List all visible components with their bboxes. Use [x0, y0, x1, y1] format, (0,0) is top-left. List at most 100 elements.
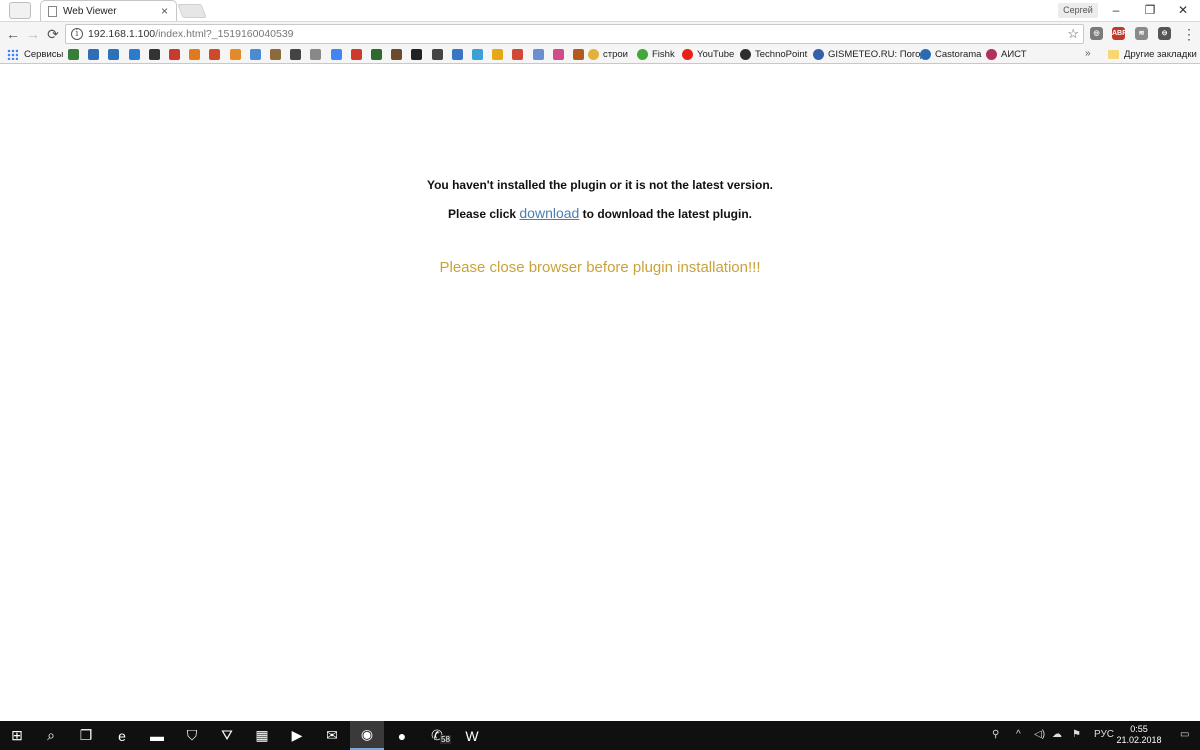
- bookmark-favicon-icon[interactable]: [391, 49, 403, 60]
- adblock-shield-icon[interactable]: ◎: [1090, 27, 1103, 40]
- close-browser-notice: Please close browser before plugin insta…: [439, 259, 761, 276]
- bookmarks-bar: Сервисы строи Fishk YouTube TechnoPoint GISM…: [0, 45, 1200, 64]
- mail-icon[interactable]: ✉: [315, 721, 349, 750]
- vpn-icon[interactable]: ⊖: [1158, 27, 1171, 40]
- notifications-icon[interactable]: ▭: [1180, 729, 1189, 740]
- reload-button[interactable]: ⟳: [44, 25, 62, 43]
- tab-overview-button[interactable]: [9, 2, 31, 19]
- bookmark-favicon-icon[interactable]: [128, 49, 140, 60]
- apps-grid-icon[interactable]: [7, 49, 18, 60]
- bookmark-item[interactable]: TechnoPoint: [740, 48, 807, 61]
- search-button[interactable]: ⌕: [34, 721, 68, 750]
- word-icon-glyph: W: [465, 727, 479, 744]
- network-icon[interactable]: ⚑: [1072, 729, 1081, 740]
- bookmark-favicon-icon[interactable]: [431, 49, 443, 60]
- bookmark-favicon-icon[interactable]: [270, 49, 281, 60]
- page-icon: [48, 6, 57, 17]
- tray-expand-icon[interactable]: ^: [1016, 729, 1021, 740]
- bookmark-favicon-icon[interactable]: [552, 49, 564, 60]
- abp-icon[interactable]: ABP: [1112, 27, 1127, 40]
- bookmark-favicon-icon[interactable]: [310, 49, 322, 60]
- app-icon[interactable]: ⛛: [210, 721, 244, 750]
- bookmark-favicon-icon[interactable]: [451, 49, 463, 60]
- menu-icon[interactable]: ⋮: [1180, 25, 1198, 43]
- bookmark-item[interactable]: YouTube: [682, 48, 734, 61]
- tab-title: Web Viewer: [63, 6, 117, 17]
- firefox-icon[interactable]: ●: [385, 721, 419, 750]
- bookmark-favicon-icon[interactable]: [88, 49, 100, 60]
- bookmark-item[interactable]: АИСТ: [986, 48, 1027, 61]
- bookmark-favicon-icon[interactable]: [229, 49, 241, 60]
- bookmark-star-icon[interactable]: ☆: [1067, 26, 1079, 42]
- task-view-glyph: ❐: [79, 727, 93, 743]
- download-instruction: Please click download to download the la…: [448, 205, 752, 221]
- bookmark-item[interactable]: Fishk: [637, 48, 675, 61]
- bookmark-favicon-icon[interactable]: [492, 49, 504, 60]
- bookmark-label: строи: [603, 49, 628, 60]
- bookmark-favicon-icon[interactable]: [371, 49, 382, 60]
- tab-web-viewer[interactable]: Web Viewer ×: [40, 0, 177, 22]
- bookmark-label: Fishk: [652, 49, 675, 60]
- bookmark-favicon-icon: [813, 49, 824, 60]
- back-button[interactable]: ←: [4, 25, 22, 43]
- firefox-icon-glyph: ●: [397, 727, 407, 744]
- clock[interactable]: 0:55 21.02.2018: [1114, 724, 1164, 746]
- bookmark-favicon-icon[interactable]: [472, 49, 483, 60]
- new-tab-button[interactable]: [177, 4, 207, 18]
- store-icon[interactable]: ⛉: [175, 721, 209, 750]
- forward-button[interactable]: →: [24, 25, 42, 43]
- url-text[interactable]: 192.168.1.100/index.html?_1519160040539: [88, 28, 294, 40]
- file-explorer-icon[interactable]: ▬: [140, 721, 174, 750]
- bookmark-favicon-icon[interactable]: [249, 49, 261, 60]
- calculator-icon-glyph: ▦: [255, 727, 269, 743]
- bookmark-favicon-icon[interactable]: [169, 49, 180, 60]
- bookmark-item[interactable]: строи: [588, 48, 628, 61]
- task-view-button[interactable]: ❐: [69, 721, 103, 750]
- volume-icon[interactable]: ◁): [1034, 729, 1045, 740]
- bookmark-label: АИСТ: [1001, 49, 1027, 60]
- bookmark-favicon-icon[interactable]: [189, 49, 201, 60]
- download-link[interactable]: download: [519, 205, 579, 221]
- close-window-button[interactable]: ✕: [1166, 0, 1200, 20]
- taskbar: ⊞ ⌕ ❐ e ▬ ⛉ ⛛ ▦ ▶ ✉ ◉ ● ✆ W 58 ⚲ ^ ◁) ☁ ⚑ РУС 0:55 21…: [0, 721, 1200, 750]
- bookmark-favicon-icon[interactable]: [350, 49, 362, 60]
- search-glyph: ⌕: [47, 727, 55, 743]
- address-bar[interactable]: i 192.168.1.100/index.html?_151916004053…: [65, 24, 1084, 44]
- word-icon[interactable]: W: [455, 721, 489, 750]
- media-player-icon[interactable]: ▶: [280, 721, 314, 750]
- bookmark-label: TechnoPoint: [755, 49, 808, 60]
- edge-icon[interactable]: e: [105, 721, 139, 750]
- bookmark-favicon-icon[interactable]: [573, 49, 584, 60]
- profile-button[interactable]: Сергей: [1058, 3, 1098, 18]
- folder-icon: [1108, 50, 1119, 59]
- app-icon-glyph: ⛛: [221, 727, 233, 743]
- viber-badge: 58: [440, 735, 451, 744]
- start-button[interactable]: ⊞: [0, 721, 34, 750]
- bookmark-label: YouTube: [697, 49, 735, 60]
- bookmark-favicon-icon[interactable]: [209, 49, 221, 60]
- bookmark-favicon-icon[interactable]: [411, 49, 423, 60]
- bookmark-item[interactable]: GISMETEO.RU: Погод: [813, 48, 926, 61]
- more-bookmarks-icon[interactable]: »: [1085, 48, 1091, 59]
- restore-button[interactable]: ❐: [1133, 0, 1167, 20]
- info-icon[interactable]: i: [71, 28, 83, 40]
- bookmark-favicon-icon[interactable]: [532, 49, 544, 60]
- bookmark-favicon-icon[interactable]: [68, 49, 79, 60]
- bookmark-favicon-icon[interactable]: [290, 49, 302, 60]
- onedrive-icon[interactable]: ☁: [1052, 729, 1062, 740]
- bookmark-favicon-icon[interactable]: [108, 49, 120, 60]
- calculator-icon[interactable]: ▦: [245, 721, 279, 750]
- minimize-button[interactable]: –: [1099, 0, 1133, 20]
- chrome-icon[interactable]: ◉: [350, 721, 384, 750]
- bookmark-item[interactable]: Castorama: [920, 48, 981, 61]
- extension-icon[interactable]: ≋: [1135, 27, 1148, 40]
- bookmark-favicon-icon[interactable]: [512, 49, 524, 60]
- bookmark-favicon-icon[interactable]: [330, 49, 342, 60]
- people-icon[interactable]: ⚲: [992, 729, 999, 740]
- chrome-icon-glyph: ◉: [360, 726, 374, 742]
- language-indicator[interactable]: РУС: [1094, 729, 1114, 740]
- bookmark-apps[interactable]: Сервисы: [24, 48, 63, 61]
- other-bookmarks-folder[interactable]: Другие закладки: [1108, 48, 1197, 61]
- close-tab-icon[interactable]: ×: [161, 4, 168, 18]
- bookmark-favicon-icon[interactable]: [148, 49, 160, 60]
